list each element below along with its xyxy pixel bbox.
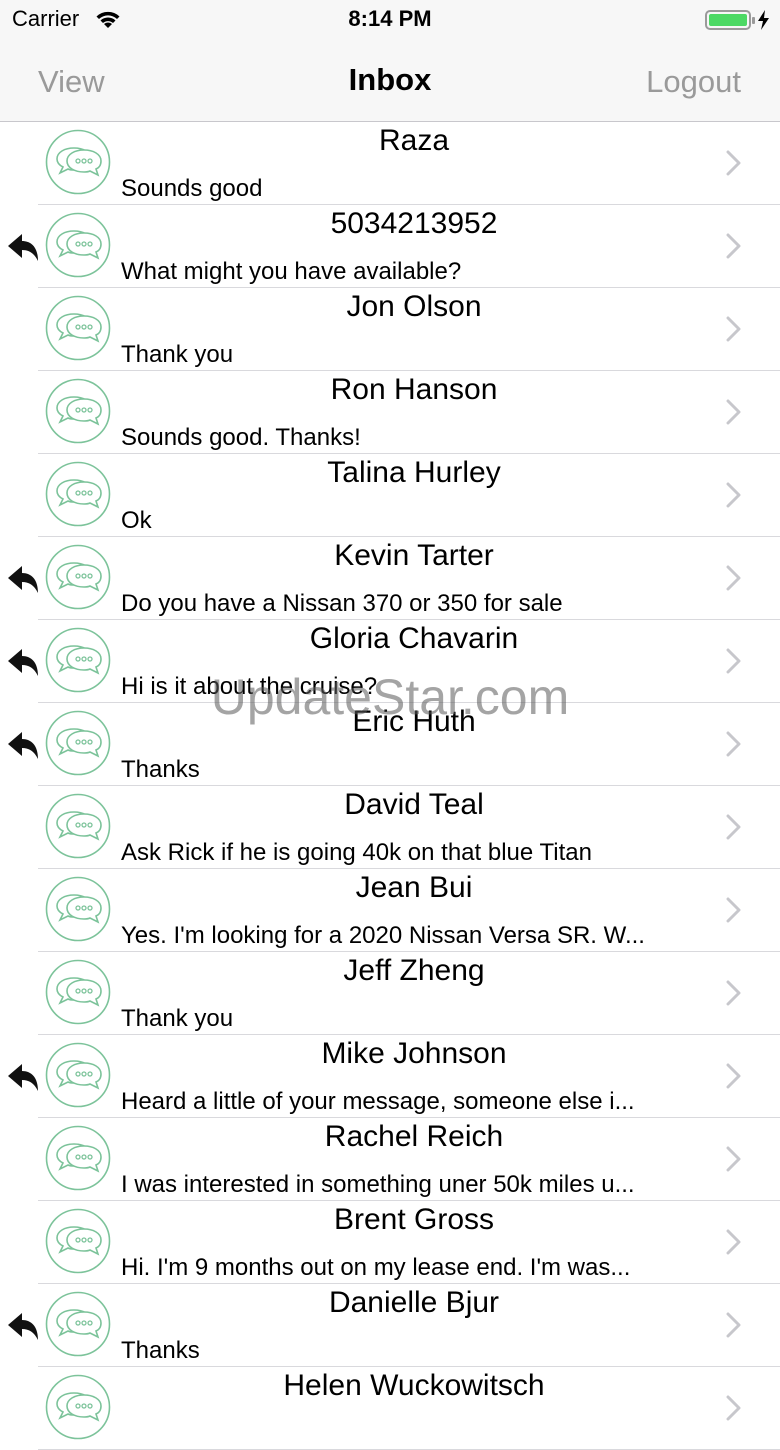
contact-name: Talina Hurley [327, 456, 501, 489]
reply-arrow-icon [8, 1313, 38, 1340]
message-avatar-icon [45, 129, 111, 195]
conversation-row[interactable]: Raza Sounds good [0, 122, 780, 205]
message-avatar-icon [45, 378, 111, 444]
message-avatar-icon [45, 461, 111, 527]
message-preview: Heard a little of your message, someone … [121, 1088, 635, 1115]
message-preview: Do you have a Nissan 370 or 350 for sale [121, 590, 563, 617]
contact-name: Danielle Bjur [328, 1286, 500, 1319]
message-preview: Hi is it about the cruise? [121, 673, 378, 700]
conversation-list[interactable]: Raza Sounds good 5034213952 What might y… [0, 122, 780, 1450]
conversation-row[interactable]: Kevin Tarter Do you have a Nissan 370 or… [0, 537, 780, 620]
chevron-right-icon [726, 1063, 741, 1089]
contact-name: Brent Gross [333, 1203, 495, 1236]
chevron-right-icon [726, 482, 741, 508]
conversation-row[interactable]: Jeff Zheng Thank you [0, 952, 780, 1035]
conversation-row[interactable]: Talina Hurley Ok [0, 454, 780, 537]
message-avatar-icon [45, 1208, 111, 1274]
message-avatar-icon [45, 710, 111, 776]
conversation-row[interactable]: Mike Johnson Heard a little of your mess… [0, 1035, 780, 1118]
contact-name: Kevin Tarter [334, 539, 494, 572]
status-time: 8:14 PM [348, 6, 432, 31]
contact-name: Jeff Zheng [343, 954, 485, 987]
message-avatar-icon [45, 544, 111, 610]
conversation-row[interactable]: Jean Bui Yes. I'm looking for a 2020 Nis… [0, 869, 780, 952]
message-preview: Yes. I'm looking for a 2020 Nissan Versa… [121, 922, 645, 949]
charging-bolt-icon [758, 10, 769, 30]
message-preview: I was interested in something uner 50k m… [121, 1171, 635, 1198]
conversation-row[interactable]: Helen Wuckowitsch [0, 1367, 780, 1450]
conversation-row[interactable]: Rachel Reich I was interested in somethi… [0, 1118, 780, 1201]
chevron-right-icon [726, 814, 741, 840]
reply-arrow-icon [8, 1064, 38, 1091]
message-preview: Thank you [121, 341, 234, 368]
chevron-right-icon [726, 1229, 741, 1255]
message-avatar-icon [45, 876, 111, 942]
contact-name: Gloria Chavarin [309, 622, 519, 655]
chevron-right-icon [726, 897, 741, 923]
message-preview: Ok [121, 507, 152, 534]
contact-name: Jean Bui [355, 871, 473, 904]
message-avatar-icon [45, 1291, 111, 1357]
contact-name: Raza [378, 124, 450, 157]
contact-name: Eric Huth [352, 705, 476, 738]
message-preview: Sounds good. Thanks! [121, 424, 361, 451]
reply-arrow-icon [8, 649, 38, 676]
contact-name: David Teal [344, 788, 484, 821]
message-preview: Sounds good [121, 175, 263, 202]
chevron-right-icon [726, 1312, 741, 1338]
message-avatar-icon [45, 959, 111, 1025]
chevron-right-icon [726, 648, 741, 674]
conversation-row[interactable]: Eric Huth Thanks [0, 703, 780, 786]
chevron-right-icon [726, 150, 741, 176]
message-avatar-icon [45, 295, 111, 361]
status-bar: Carrier 8:14 PM [0, 0, 780, 40]
conversation-row[interactable]: Gloria Chavarin Hi is it about the cruis… [0, 620, 780, 703]
battery-icon [705, 9, 773, 36]
chevron-right-icon [726, 980, 741, 1006]
message-avatar-icon [45, 1374, 111, 1440]
chevron-right-icon [726, 1395, 741, 1421]
chevron-right-icon [726, 399, 741, 425]
message-preview: What might you have available? [121, 258, 462, 285]
message-preview: Hi. I'm 9 months out on my lease end. I'… [121, 1254, 631, 1281]
message-avatar-icon [45, 1042, 111, 1108]
message-avatar-icon [45, 793, 111, 859]
reply-arrow-icon [8, 732, 38, 759]
contact-name: Helen Wuckowitsch [283, 1369, 545, 1402]
conversation-row[interactable]: 5034213952 What might you have available… [0, 205, 780, 288]
contact-name: 5034213952 [330, 207, 498, 240]
contact-name: Rachel Reich [324, 1120, 504, 1153]
conversation-row[interactable]: Danielle Bjur Thanks [0, 1284, 780, 1367]
chevron-right-icon [726, 565, 741, 591]
contact-name: Ron Hanson [330, 373, 498, 406]
message-preview: Ask Rick if he is going 40k on that blue… [121, 839, 592, 866]
message-preview: Thanks [121, 1337, 200, 1364]
navigation-bar: View Inbox Logout [0, 40, 780, 122]
contact-name: Mike Johnson [321, 1037, 507, 1070]
conversation-row[interactable]: Brent Gross Hi. I'm 9 months out on my l… [0, 1201, 780, 1284]
message-avatar-icon [45, 212, 111, 278]
chevron-right-icon [726, 1146, 741, 1172]
message-avatar-icon [45, 627, 111, 693]
chevron-right-icon [726, 316, 741, 342]
conversation-row[interactable]: David Teal Ask Rick if he is going 40k o… [0, 786, 780, 869]
message-preview: Thanks [121, 756, 200, 783]
reply-arrow-icon [8, 566, 38, 593]
message-preview: Thank you [121, 1005, 234, 1032]
conversation-row[interactable]: Ron Hanson Sounds good. Thanks! [0, 371, 780, 454]
reply-arrow-icon [8, 234, 38, 261]
logout-button[interactable]: Logout [646, 64, 741, 100]
message-avatar-icon [45, 1125, 111, 1191]
chevron-right-icon [726, 731, 741, 757]
chevron-right-icon [726, 233, 741, 259]
conversation-row[interactable]: Jon Olson Thank you [0, 288, 780, 371]
contact-name: Jon Olson [346, 290, 482, 323]
